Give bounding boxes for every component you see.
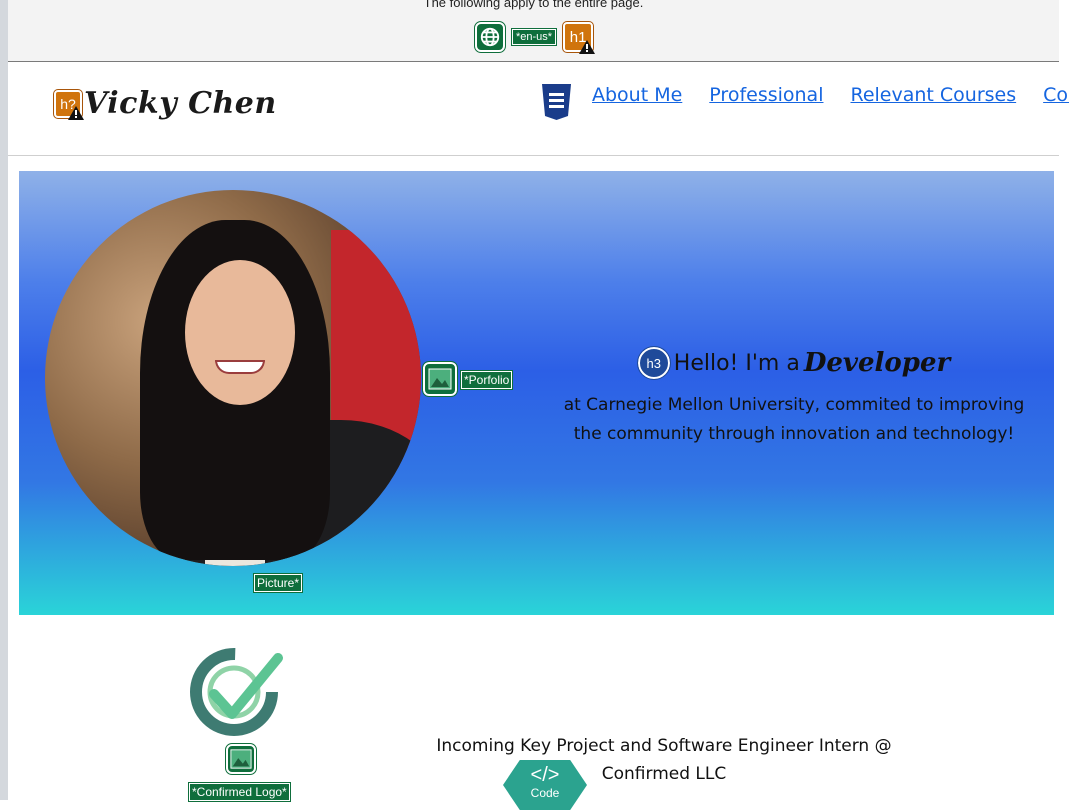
profile-photo xyxy=(45,190,421,566)
a11y-page-note: The following apply to the entire page. xyxy=(423,0,644,10)
main-nav: About Me Professional Relevant Courses C… xyxy=(592,84,1069,106)
hero-tagline-line2: the community through innovation and tec… xyxy=(573,424,1015,444)
experience-text: Incoming Key Project and Software Engine… xyxy=(404,732,924,788)
portfolio-image-label: *Porfolio xyxy=(459,370,514,390)
code-badge-label: Code xyxy=(530,786,560,800)
confirmed-logo-icon xyxy=(190,648,283,736)
hero-tagline: at Carnegie Mellon University, commited … xyxy=(549,391,1039,449)
image-icon[interactable] xyxy=(225,743,257,775)
hero-role: Developer xyxy=(803,348,951,378)
language-tag: *en-us* xyxy=(510,28,558,46)
hero-section: *Porfolio Picture* h3 Hello! I'm a Devel… xyxy=(19,171,1054,615)
hero-tagline-line1: at Carnegie Mellon University, commited … xyxy=(563,395,1025,415)
nav-link-professional[interactable]: Professional xyxy=(709,84,823,106)
warning-icon xyxy=(68,105,84,120)
warning-icon xyxy=(579,40,596,54)
code-badge-symbol: </> xyxy=(530,764,560,786)
code-icon[interactable]: </> Code xyxy=(503,760,587,810)
image-icon[interactable] xyxy=(422,361,458,397)
logo-name: Vicky Chen xyxy=(84,86,277,121)
hero-heading: h3 Hello! I'm a Developer xyxy=(636,346,951,380)
h1-heading-badge[interactable]: h1 xyxy=(562,21,596,54)
nav-link-about-me[interactable]: About Me xyxy=(592,84,682,106)
a11y-page-badges: *en-us* h1 xyxy=(474,21,596,54)
experience-line1: Incoming Key Project and Software Engine… xyxy=(436,736,892,756)
nav-link-contact[interactable]: Conta xyxy=(1043,84,1069,106)
experience-line2: Confirmed LLC xyxy=(601,764,727,784)
a11y-overlay-bar: The following apply to the entire page. … xyxy=(8,0,1059,62)
site-logo[interactable]: h? Vicky Chen xyxy=(53,86,277,121)
css-shield-icon xyxy=(542,84,571,120)
site-header: h? Vicky Chen About Me Professional Rele… xyxy=(8,62,1069,156)
nav-link-relevant-courses[interactable]: Relevant Courses xyxy=(850,84,1016,106)
confirmed-logo-label: *Confirmed Logo* xyxy=(188,782,291,802)
language-globe-icon[interactable] xyxy=(474,21,506,53)
window-left-rail xyxy=(0,0,8,800)
hero-text: h3 Hello! I'm a Developer at Carnegie Me… xyxy=(549,346,1039,449)
h3-heading-badge[interactable]: h3 xyxy=(636,346,671,380)
picture-image-label: Picture* xyxy=(252,573,304,593)
hero-greeting: Hello! I'm a xyxy=(673,350,800,376)
heading-unknown-badge[interactable]: h? xyxy=(53,88,84,120)
